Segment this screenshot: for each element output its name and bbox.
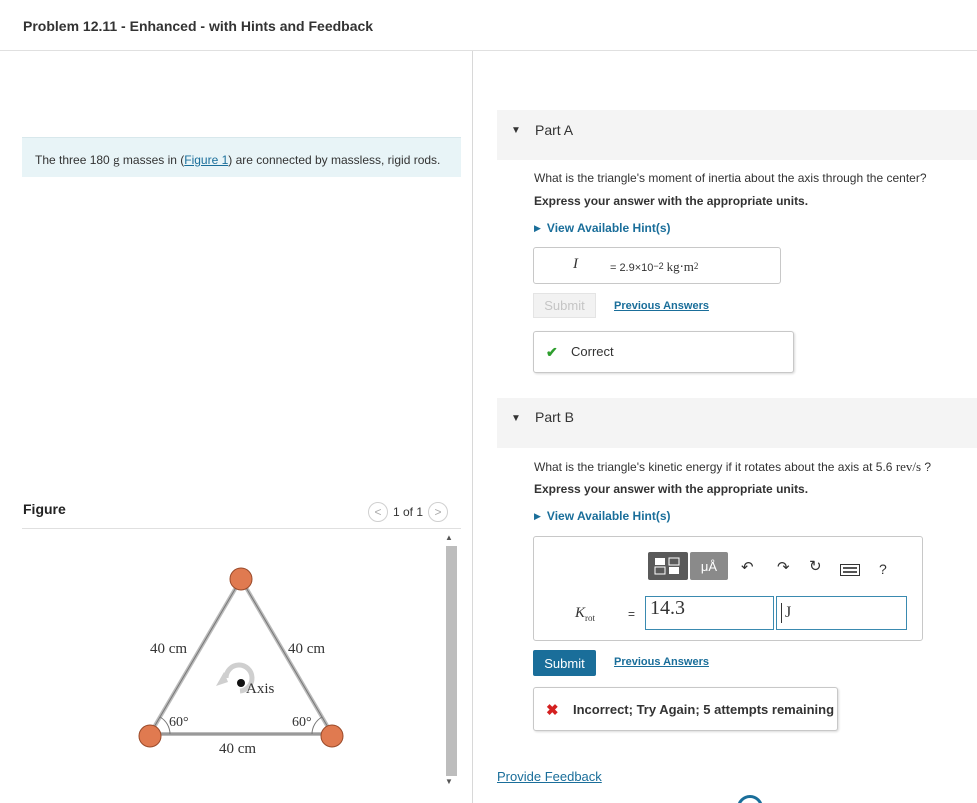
left-side-label: 40 cm: [150, 641, 187, 657]
part-a-collapse-icon[interactable]: ▼: [511, 125, 521, 136]
part-b-collapse-icon[interactable]: ▼: [511, 413, 521, 424]
templates-icon: [654, 557, 680, 575]
check-icon: ✔: [546, 344, 558, 360]
loading-spinner-icon: [737, 795, 763, 803]
provide-feedback-link[interactable]: Provide Feedback: [497, 769, 602, 784]
triangle-figure: 40 cm 40 cm 40 cm 60° 60° Axis: [138, 567, 344, 757]
part-a-question: What is the triangle's moment of inertia…: [534, 171, 927, 185]
text-cursor: [781, 603, 782, 623]
help-button[interactable]: ?: [879, 561, 887, 577]
part-a-label: Part A: [535, 122, 574, 138]
part-b-value-input[interactable]: 14.3: [645, 596, 774, 630]
column-divider: [472, 51, 473, 803]
redo-icon[interactable]: ↷: [777, 558, 790, 576]
part-b-equals: =: [628, 607, 636, 621]
part-a-hint-link[interactable]: View Available Hint(s): [547, 221, 671, 235]
figure-pager: < 1 of 1 >: [368, 502, 449, 522]
part-b-question: What is the triangle's kinetic energy if…: [534, 459, 932, 474]
part-b-label: Part B: [535, 409, 574, 425]
page-title: Problem 12.11 - Enhanced - with Hints an…: [23, 18, 374, 34]
right-angle-label: 60°: [292, 715, 312, 730]
prev-figure-button[interactable]: <: [368, 502, 388, 522]
mass-left: [138, 724, 162, 748]
keyboard-icon[interactable]: [840, 564, 860, 579]
axis-point: [237, 679, 245, 687]
part-a-previous-answers-link[interactable]: Previous Answers: [614, 300, 709, 312]
mass-top: [229, 567, 253, 591]
part-b-instructions: Express your answer with the appropriate…: [534, 482, 809, 496]
header-divider: [0, 50, 977, 51]
part-b-hints[interactable]: ▶ View Available Hint(s): [534, 509, 671, 523]
part-b-result-text: Incorrect; Try Again; 5 attempts remaini…: [573, 702, 835, 717]
part-a-submit-button[interactable]: Submit: [533, 293, 596, 318]
scroll-down-icon[interactable]: ▼: [445, 777, 453, 786]
caret-right-icon: ▶: [534, 510, 541, 521]
mass-right: [320, 724, 344, 748]
part-a-symbol: I: [573, 256, 578, 272]
part-a-answer: = 2.9×10 −2 kg⋅m 2: [610, 259, 699, 274]
right-angle-arc: [311, 716, 323, 735]
part-b-submit-button[interactable]: Submit: [533, 650, 596, 676]
scroll-up-icon[interactable]: ▲: [445, 533, 453, 542]
next-figure-button[interactable]: >: [428, 502, 449, 522]
caret-right-icon: ▶: [534, 222, 541, 233]
undo-icon[interactable]: ↶: [741, 558, 754, 576]
part-b-previous-answers-link[interactable]: Previous Answers: [614, 656, 709, 668]
units-button[interactable]: μÅ: [690, 552, 728, 580]
templates-button[interactable]: [648, 552, 688, 580]
part-b-symbol: Krot: [575, 605, 596, 623]
part-a-instructions: Express your answer with the appropriate…: [534, 194, 809, 208]
close-icon: ✖: [546, 702, 559, 719]
problem-intro-text: The three 180 g masses in (Figure 1) are…: [35, 152, 441, 167]
figure-heading: Figure: [23, 501, 66, 517]
right-side-label: 40 cm: [288, 641, 325, 657]
bottom-side-label: 40 cm: [219, 741, 256, 757]
reset-icon[interactable]: ↻: [809, 557, 822, 575]
part-a-hints[interactable]: ▶ View Available Hint(s): [534, 221, 671, 235]
figure-scrollbar[interactable]: [446, 546, 457, 776]
figure-page-count: 1 of 1: [393, 505, 424, 519]
axis-label: Axis: [246, 681, 275, 697]
left-angle-label: 60°: [169, 715, 189, 730]
figure-link[interactable]: Figure 1: [184, 153, 228, 167]
figure-divider: [22, 528, 461, 529]
part-a-result-text: Correct: [571, 344, 614, 359]
part-b-hint-link[interactable]: View Available Hint(s): [547, 509, 671, 523]
part-b-unit-input[interactable]: J: [776, 596, 907, 630]
